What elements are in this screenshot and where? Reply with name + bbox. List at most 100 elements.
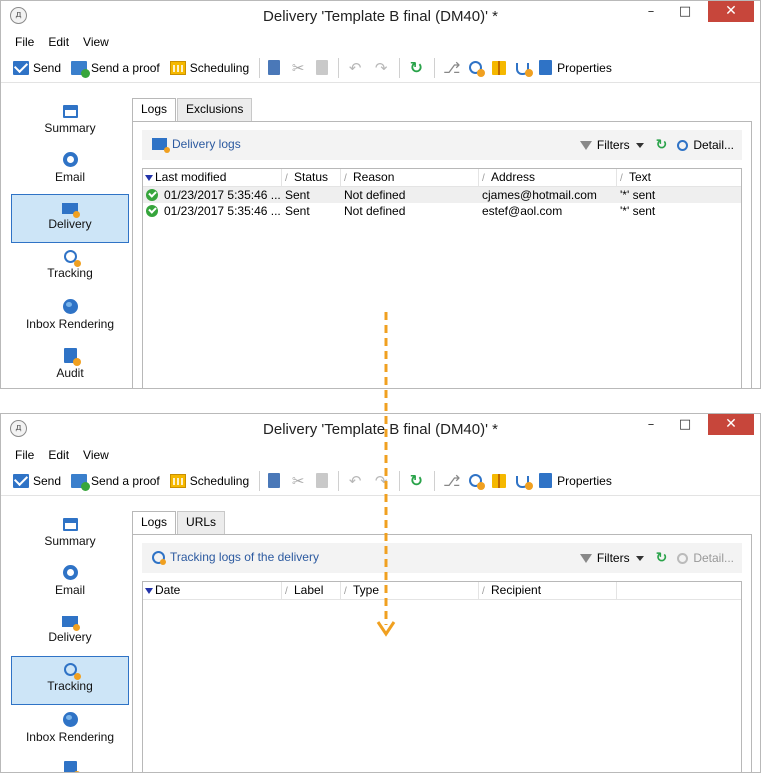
redo-icon[interactable]: ↷: [373, 60, 389, 76]
toolbar: Send Send a proof Scheduling ✂ ↶ ↷ ↻ ⎇ P…: [1, 53, 760, 83]
detail-button[interactable]: Detail...: [693, 138, 734, 152]
column-label[interactable]: / Label: [282, 582, 341, 599]
undo-icon[interactable]: ↶: [347, 473, 363, 489]
sidebar-item-label: Inbox Rendering: [25, 317, 115, 331]
tab-logs[interactable]: Logs: [132, 511, 177, 534]
send-button[interactable]: Send: [13, 473, 61, 488]
properties-icon: [539, 60, 553, 75]
test-icon[interactable]: [516, 63, 534, 77]
column-last-modified[interactable]: Last modified: [143, 169, 282, 186]
undo-icon[interactable]: ↶: [347, 60, 363, 76]
table-header: Date / Label / Type / Recipient: [143, 582, 741, 600]
table-row[interactable]: 01/23/2017 5:35:46 ... Sent Not defined …: [143, 203, 741, 219]
tracking-icon: [63, 663, 81, 680]
send-proof-label: Send a proof: [91, 473, 160, 488]
properties-button[interactable]: Properties: [539, 473, 612, 488]
column-text[interactable]: / Text: [617, 169, 737, 186]
scheduling-button[interactable]: Scheduling: [169, 60, 249, 75]
column-recipient[interactable]: / Recipient: [479, 582, 617, 599]
sidebar-item-summary[interactable]: Summary: [11, 96, 129, 145]
maximize-button[interactable]: □: [672, 1, 698, 22]
properties-label: Properties: [557, 473, 612, 488]
transition-arrow: [376, 312, 396, 637]
link-icon[interactable]: [469, 61, 486, 77]
sidebar-item-summary[interactable]: Summary: [11, 509, 129, 558]
sidebar-item-inbox-rendering[interactable]: Inbox Rendering: [11, 292, 129, 341]
properties-button[interactable]: Properties: [539, 60, 612, 75]
test-icon[interactable]: [516, 476, 534, 490]
sidebar-item-label: Delivery: [48, 217, 92, 231]
toolbar-separator: [259, 470, 261, 491]
send-proof-button[interactable]: Send a proof: [71, 473, 160, 491]
send-proof-button[interactable]: Send a proof: [71, 60, 160, 78]
sidebar-item-label: Email: [54, 170, 85, 184]
minimize-button[interactable]: –: [638, 1, 664, 22]
menu-file[interactable]: File: [15, 448, 34, 462]
column-status[interactable]: / Status: [282, 169, 341, 186]
menu-file[interactable]: File: [15, 35, 34, 49]
tab-urls[interactable]: URLs: [177, 511, 226, 534]
column-reason[interactable]: / Reason: [341, 169, 479, 186]
tracking-logs-link[interactable]: Tracking logs of the delivery: [152, 550, 319, 565]
maximize-button[interactable]: □: [672, 414, 698, 435]
sidebar-item-inbox-rendering[interactable]: Inbox Rendering: [11, 705, 129, 754]
copy-icon[interactable]: [268, 473, 281, 488]
column-empty: [617, 582, 737, 599]
tab-logs[interactable]: Logs: [132, 98, 177, 121]
sidebar-item-email[interactable]: Email: [11, 558, 129, 607]
scheduling-button[interactable]: Scheduling: [169, 473, 250, 488]
last-modified-value: 01/23/2017 5:35:46 ...: [164, 188, 281, 202]
cut-icon[interactable]: ✂: [290, 473, 306, 489]
refresh-icon[interactable]: ↻: [408, 59, 424, 76]
minimize-button[interactable]: –: [638, 414, 664, 435]
paste-icon[interactable]: [316, 473, 329, 488]
sidebar-item-tracking[interactable]: Tracking: [11, 243, 129, 292]
attachment-icon[interactable]: ⎇: [443, 473, 460, 489]
filters-button[interactable]: Filters: [597, 138, 630, 152]
cell-last-modified: 01/23/2017 5:35:46 ...: [143, 203, 282, 219]
close-button[interactable]: ✕: [708, 1, 754, 22]
column-type[interactable]: / Type: [341, 582, 479, 599]
refresh-icon[interactable]: ↻: [408, 472, 424, 489]
sidebar-item-label: Email: [54, 583, 85, 597]
sidebar-item-delivery[interactable]: Delivery: [11, 607, 129, 656]
offer-icon[interactable]: [492, 60, 507, 75]
sidebar-item-label: Inbox Rendering: [25, 730, 115, 744]
tab-exclusions[interactable]: Exclusions: [177, 98, 253, 121]
column-date[interactable]: Date: [143, 582, 282, 599]
column-address[interactable]: / Address: [479, 169, 617, 186]
logs-table: Last modified / Status / Reason / Address /…: [142, 168, 742, 388]
close-button[interactable]: ✕: [708, 414, 754, 435]
logs-panel: Delivery logs Filters ↻ Detail... Last m…: [132, 121, 752, 388]
copy-icon[interactable]: [268, 60, 281, 75]
filters-button[interactable]: Filters: [597, 551, 630, 565]
menu-view[interactable]: View: [83, 35, 109, 49]
sidebar-item-tracking[interactable]: Tracking: [11, 656, 129, 705]
menu-edit[interactable]: Edit: [48, 35, 69, 49]
detail-button[interactable]: Detail...: [693, 551, 734, 565]
sidebar-item-email[interactable]: Email: [11, 145, 129, 194]
email-icon: [62, 565, 78, 580]
link-icon[interactable]: [469, 474, 486, 490]
offer-icon[interactable]: [492, 473, 507, 488]
attachment-icon[interactable]: ⎇: [443, 60, 460, 76]
send-button[interactable]: Send: [13, 60, 61, 75]
last-modified-value: 01/23/2017 5:35:46 ...: [164, 204, 281, 218]
sidebar-item-audit[interactable]: Audit: [11, 341, 129, 388]
sidebar-item-audit[interactable]: Audit: [11, 754, 129, 772]
menu-edit[interactable]: Edit: [48, 448, 69, 462]
table-row[interactable]: 01/23/2017 5:35:46 ... Sent Not defined …: [143, 187, 741, 203]
tab-bar: Logs Exclusions: [132, 98, 253, 121]
cell-last-modified: 01/23/2017 5:35:46 ...: [143, 187, 282, 203]
scheduling-label: Scheduling: [189, 473, 250, 488]
cut-icon[interactable]: ✂: [290, 60, 306, 76]
toolbar-separator: [434, 57, 436, 78]
refresh-icon[interactable]: ↻: [656, 137, 668, 153]
chevron-down-icon[interactable]: [635, 142, 644, 148]
refresh-icon[interactable]: ↻: [656, 550, 668, 566]
menu-view[interactable]: View: [83, 448, 109, 462]
chevron-down-icon[interactable]: [635, 555, 644, 561]
delivery-logs-link[interactable]: Delivery logs: [152, 137, 241, 153]
paste-icon[interactable]: [316, 60, 329, 75]
sidebar-item-delivery[interactable]: Delivery: [11, 194, 129, 243]
